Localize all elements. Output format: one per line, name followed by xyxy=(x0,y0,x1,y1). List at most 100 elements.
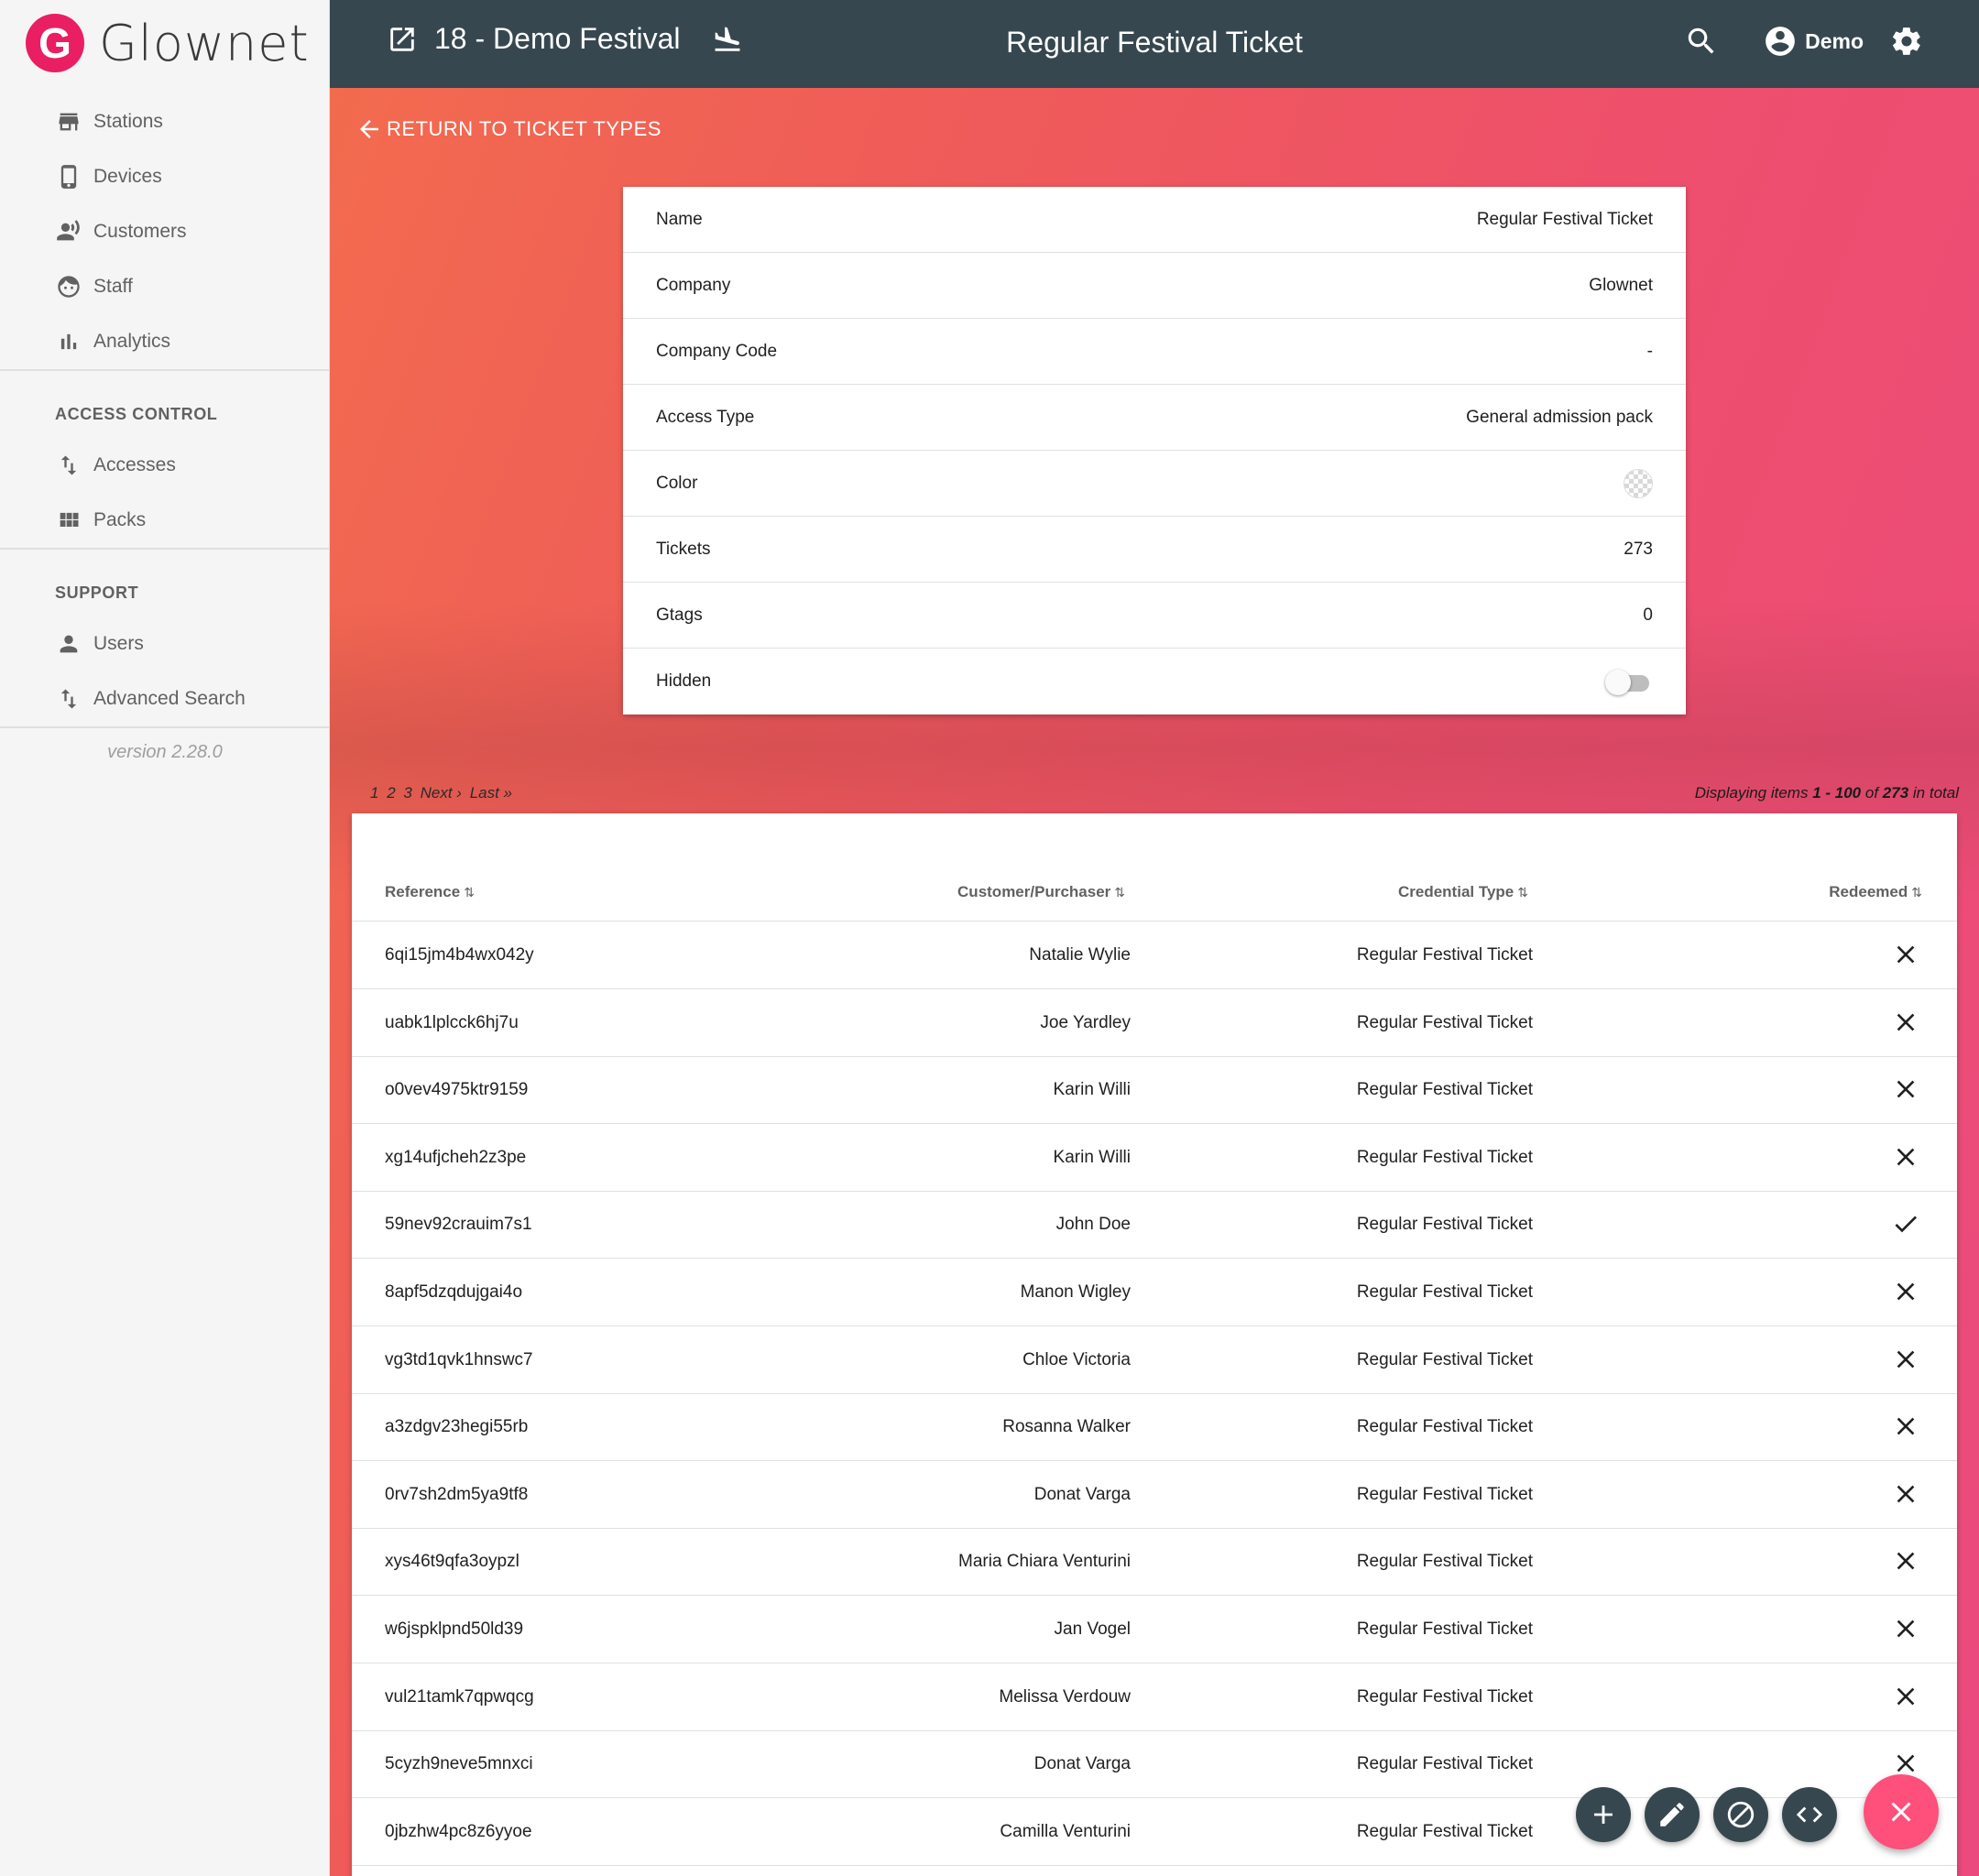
sidebar-item-analytics[interactable]: Analytics xyxy=(55,320,170,364)
version-label: version 2.28.0 xyxy=(107,742,223,762)
table-row[interactable]: vg3td1qvk1hnswc7 Chloe Victoria Regular Fe… xyxy=(352,1326,1957,1394)
sidebar-item-staff[interactable]: Staff xyxy=(55,265,133,309)
column-header-reference[interactable]: Reference ⇅ xyxy=(385,883,475,901)
hidden-toggle[interactable] xyxy=(1605,667,1653,696)
open-in-new-icon[interactable] xyxy=(387,24,418,55)
detail-row-company: Company Glownet xyxy=(623,253,1686,319)
sidebar-item-label: Analytics xyxy=(93,331,171,352)
cell-reference: 6qi15jm4b4wx042y xyxy=(385,945,534,965)
import-export-icon xyxy=(55,452,82,479)
cell-reference: o0vev4975ktr9159 xyxy=(385,1080,529,1100)
cell-reference: w6jspklpnd50ld39 xyxy=(385,1620,524,1639)
column-header-credential-type[interactable]: Credential Type ⇅ xyxy=(1398,883,1528,901)
gear-icon[interactable] xyxy=(1889,24,1924,59)
cell-credential-type: Regular Festival Ticket xyxy=(1356,1349,1533,1369)
sidebar-item-devices[interactable]: Devices xyxy=(55,155,162,199)
display-range: 1 - 100 xyxy=(1812,784,1862,802)
table-row[interactable]: 5cyzh9neve5mnxci Donat Varga Regular Festi… xyxy=(352,1730,1957,1799)
cell-reference: 8apf5dzqdujgai4o xyxy=(385,1282,523,1302)
detail-label: Tickets xyxy=(656,539,711,559)
cell-customer: Manon Wigley xyxy=(1020,1282,1131,1302)
table-row[interactable]: 6qi15jm4b4wx042y Natalie Wylie Regular Fes… xyxy=(352,922,1957,989)
cell-reference: 0rv7sh2dm5ya9tf8 xyxy=(385,1484,529,1504)
column-header-redeemed[interactable]: Redeemed ⇅ xyxy=(1829,883,1922,901)
cell-credential-type: Regular Festival Ticket xyxy=(1356,1282,1533,1302)
pagination: 1 2 3 Next › Last » xyxy=(370,784,516,802)
sidebar-item-label: Devices xyxy=(93,166,162,187)
cell-reference: 0jbzhw4pc8z6yyoe xyxy=(385,1821,532,1841)
close-fab-button[interactable] xyxy=(1864,1774,1939,1849)
close-icon xyxy=(1891,1074,1920,1104)
detail-label: Access Type xyxy=(656,407,755,427)
sort-icon: ⇅ xyxy=(1911,885,1922,900)
column-header-label: Redeemed xyxy=(1829,883,1908,900)
search-icon[interactable] xyxy=(1684,24,1719,59)
table-row[interactable]: 0rv7sh2dm5ya9tf8 Donat Varga Regular Festi… xyxy=(352,1461,1957,1529)
table-row[interactable]: xg14ufjcheh2z3pe Karin Willi Regular Festi… xyxy=(352,1124,1957,1192)
sidebar-item-label: Stations xyxy=(93,111,163,132)
cell-customer: Rosanna Walker xyxy=(1002,1417,1131,1437)
cell-credential-type: Regular Festival Ticket xyxy=(1356,1417,1533,1437)
cell-reference: vul21tamk7qpwqcg xyxy=(385,1686,534,1707)
section-title-access-control: ACCESS CONTROL xyxy=(55,405,218,423)
sidebar-divider xyxy=(0,369,330,371)
table-row[interactable]: 8apf5dzqdujgai4o Manon Wigley Regular Fest… xyxy=(352,1259,1957,1326)
check-icon xyxy=(1891,1209,1920,1238)
sidebar-item-customers[interactable]: Customers xyxy=(55,210,187,254)
cell-credential-type: Regular Festival Ticket xyxy=(1356,1484,1533,1504)
sidebar-item-label: Staff xyxy=(93,276,133,297)
column-header-label: Credential Type xyxy=(1397,883,1514,900)
detail-label: Company xyxy=(656,275,731,295)
display-total: 273 xyxy=(1882,784,1909,802)
cell-credential-type: Regular Festival Ticket xyxy=(1356,1821,1533,1841)
event-selector[interactable]: 18 - Demo Festival xyxy=(387,22,743,56)
table-row[interactable]: w6jspklpnd50ld39 Jan Vogel Regular Festiva… xyxy=(352,1596,1957,1663)
sort-icon: ⇅ xyxy=(1114,885,1125,900)
table-row[interactable]: o0vev4975ktr9159 Karin Willi Regular Festi… xyxy=(352,1056,1957,1125)
flight-land-icon[interactable] xyxy=(712,24,743,55)
detail-row-hidden: Hidden xyxy=(623,649,1686,714)
detail-row-company-code: Company Code - xyxy=(623,319,1686,385)
detail-value: General admission pack xyxy=(1466,407,1653,427)
cell-customer: Donat Varga xyxy=(1033,1754,1131,1774)
sidebar-item-stations[interactable]: Stations xyxy=(55,100,163,144)
column-header-customer[interactable]: Customer/Purchaser ⇅ xyxy=(957,883,1125,901)
cell-credential-type: Regular Festival Ticket xyxy=(1356,1012,1533,1032)
detail-value: - xyxy=(1646,341,1653,361)
return-link[interactable]: RETURN TO TICKET TYPES xyxy=(355,115,661,143)
sidebar-item-users[interactable]: Users xyxy=(55,622,144,666)
close-icon xyxy=(1891,1345,1920,1374)
table-row[interactable]: 59nev92crauim7s1 John Doe Regular Festival… xyxy=(352,1191,1957,1260)
detail-value: Regular Festival Ticket xyxy=(1476,209,1653,229)
cell-customer: Camilla Venturini xyxy=(1000,1821,1131,1841)
page-link-2[interactable]: 2 xyxy=(387,784,395,802)
sidebar-item-packs[interactable]: Packs xyxy=(55,498,146,542)
logo[interactable]: G Glownet xyxy=(26,13,310,73)
arrow-back-icon xyxy=(360,120,378,138)
close-icon xyxy=(1891,940,1920,969)
section-title-support: SUPPORT xyxy=(55,584,139,602)
page-link-3[interactable]: 3 xyxy=(403,784,411,802)
return-label: RETURN TO TICKET TYPES xyxy=(387,117,661,140)
table-row[interactable]: vul21tamk7qpwqcg Melissa Verdouw Regular F… xyxy=(352,1663,1957,1731)
table-row[interactable]: xys46t9qfa3oypzl Maria Chiara Venturini Re… xyxy=(352,1528,1957,1597)
user-menu[interactable]: Demo xyxy=(1763,24,1864,59)
grid-icon xyxy=(55,507,82,534)
ticket-details-card: Name Regular Festival Ticket Company Glo… xyxy=(623,187,1686,714)
block-button[interactable] xyxy=(1713,1787,1768,1842)
table-row[interactable]: a3zdgv23hegi55rb Rosanna Walker Regular Fe… xyxy=(352,1393,1957,1462)
code-button[interactable] xyxy=(1782,1787,1837,1842)
logo-icon: G xyxy=(26,14,84,72)
add-button[interactable] xyxy=(1576,1787,1631,1842)
column-header-label: Customer/Purchaser xyxy=(957,883,1111,900)
edit-button[interactable] xyxy=(1645,1787,1700,1842)
block-icon xyxy=(1727,1801,1755,1828)
page-next-link[interactable]: Next › xyxy=(421,784,462,802)
sidebar-item-advanced-search[interactable]: Advanced Search xyxy=(55,677,246,721)
page-link-1[interactable]: 1 xyxy=(370,784,378,802)
detail-label: Name xyxy=(656,209,703,229)
sidebar-item-accesses[interactable]: Accesses xyxy=(55,443,176,487)
close-icon xyxy=(1891,1142,1920,1172)
page-last-link[interactable]: Last » xyxy=(470,784,512,802)
table-row[interactable]: uabk1lplcck6hj7u Joe Yardley Regular Festi… xyxy=(352,989,1957,1057)
